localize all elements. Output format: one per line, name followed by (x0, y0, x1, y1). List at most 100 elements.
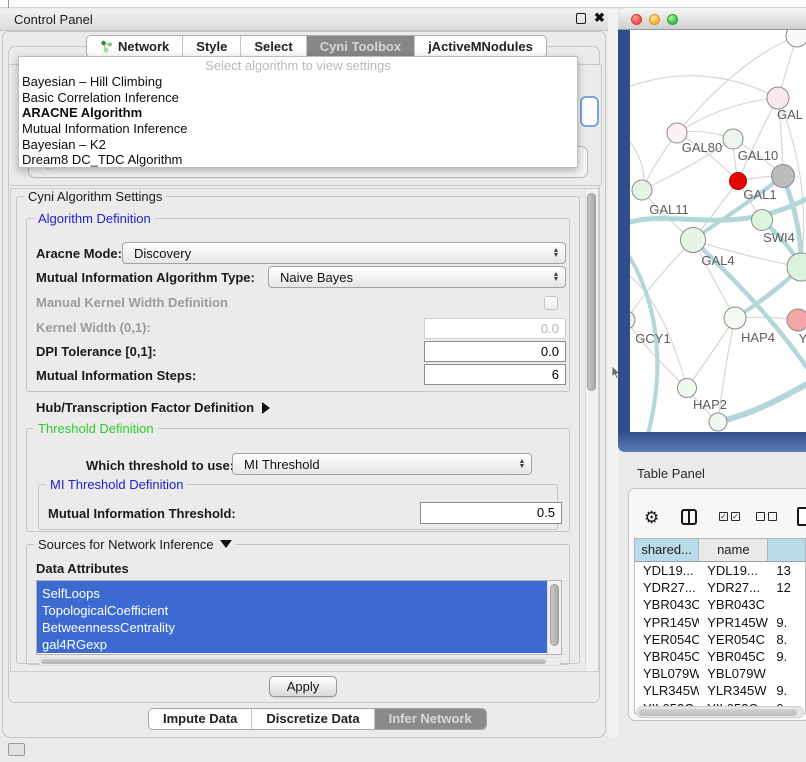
network-node[interactable] (678, 379, 697, 398)
network-node[interactable] (632, 180, 652, 200)
table-row[interactable]: YDL19...YDL19...13 (635, 562, 805, 579)
tab-select[interactable]: Select (241, 36, 306, 57)
data-attribute-item[interactable]: SelfLoops (37, 585, 547, 602)
table-cell: YBR043C (635, 596, 699, 613)
close-window-icon[interactable] (631, 14, 642, 25)
node-table-header: shared... name (634, 538, 806, 562)
algorithm-option[interactable]: Dream8 DC_TDC Algorithm (19, 152, 577, 168)
algorithm-option[interactable]: Bayesian – Hill Climbing (19, 74, 577, 90)
algorithm-option[interactable]: Basic Correlation Inference (19, 90, 577, 106)
column-header-cut[interactable] (768, 539, 805, 561)
float-panel-icon[interactable] (576, 13, 586, 24)
attributes-scrollbar-thumb[interactable] (550, 584, 559, 646)
combo-stepper-icon: ▲▼ (547, 248, 565, 258)
table-row[interactable]: YBR043CYBR043C (635, 596, 805, 613)
zoom-window-icon[interactable] (667, 14, 678, 25)
network-labels-group: GALGAL80GAL10GAL1GAL11SWI4GAL4GCY1HAP4YH… (635, 107, 806, 412)
tab-style[interactable]: Style (183, 36, 241, 57)
manual-kernel-label: Manual Kernel Width Definition (36, 295, 228, 310)
deselect-all-checkboxes-icon[interactable] (756, 512, 777, 521)
cyni-algorithm-settings-title: Cyni Algorithm Settings (24, 189, 166, 204)
mi-threshold-field[interactable]: 0.5 (420, 502, 562, 524)
tab-cyni-toolbox[interactable]: Cyni Toolbox (307, 36, 415, 57)
application-window: Control Panel ✖ Network Style Select Cyn… (0, 0, 806, 762)
aracne-mode-combobox[interactable]: Discovery ▲▼ (122, 242, 566, 264)
minimize-window-icon[interactable] (649, 14, 660, 25)
apply-button[interactable]: Apply (269, 676, 337, 697)
app-top-strip (0, 0, 806, 8)
table-columns-icon[interactable] (681, 509, 697, 525)
minimized-panel-grip[interactable] (8, 743, 25, 756)
mi-steps-field[interactable]: 6 (424, 364, 566, 385)
tab-impute-data[interactable]: Impute Data (149, 709, 252, 729)
hub-definition-expander[interactable]: Hub/Transcription Factor Definition (36, 400, 270, 415)
focused-button-behind[interactable] (580, 96, 599, 127)
column-header-shared-name[interactable]: shared... (635, 539, 699, 561)
select-all-checkboxes-icon[interactable]: ✓ ✓ (719, 512, 740, 521)
manual-kernel-checkbox[interactable] (544, 296, 558, 310)
table-cell: YBL079W (699, 665, 768, 682)
close-panel-icon[interactable]: ✖ (594, 10, 605, 26)
network-node[interactable] (787, 309, 806, 331)
new-table-icon[interactable] (797, 507, 806, 526)
table-row[interactable]: YBR045CYBR045C9. (635, 648, 805, 665)
network-node[interactable] (723, 129, 743, 149)
settings-scrollbar-thumb[interactable] (587, 193, 596, 391)
table-cell: 12 (768, 579, 805, 596)
algorithm-option[interactable]: Bayesian – K2 (19, 137, 577, 153)
attributes-scrollbar-track[interactable] (547, 581, 561, 654)
dpi-tolerance-field[interactable]: 0.0 (424, 341, 566, 362)
network-node[interactable] (630, 311, 635, 329)
mi-algorithm-type-combobox[interactable]: Naive Bayes ▲▼ (268, 266, 566, 288)
algorithm-dropdown-popup: Select algorithm to view settings Bayesi… (18, 56, 578, 168)
network-node[interactable] (724, 307, 746, 329)
algorithm-dropdown-prompt: Select algorithm to view settings (19, 57, 577, 74)
network-node[interactable] (709, 413, 727, 431)
table-row[interactable]: YBL079WYBL079W (635, 665, 805, 682)
expander-down-icon[interactable] (220, 540, 232, 548)
table-row[interactable]: YPR145WYPR145W9. (635, 614, 805, 631)
data-attributes-listbox[interactable]: SelfLoopsTopologicalCoefficientBetweenne… (36, 580, 562, 655)
table-hscrollbar-thumb[interactable] (639, 709, 797, 716)
table-cell: YPR145W (635, 614, 699, 631)
table-cell: YBR045C (699, 648, 768, 665)
table-settings-gear-icon[interactable]: ⚙ (644, 508, 659, 528)
tab-infer-network[interactable]: Infer Network (375, 709, 486, 729)
tab-network[interactable]: Network (87, 36, 183, 57)
data-attribute-item[interactable]: TopologicalCoefficient (37, 602, 547, 619)
network-node[interactable] (681, 228, 706, 253)
network-node[interactable] (752, 210, 773, 231)
table-cell: 9. (768, 614, 805, 631)
tab-jactivemnodules[interactable]: jActiveMNodules (415, 36, 546, 57)
table-panel-title: Table Panel (637, 466, 705, 481)
network-node-label: GAL1 (743, 187, 776, 202)
network-node[interactable] (772, 165, 795, 188)
data-attribute-item[interactable]: BetweennessCentrality (37, 619, 547, 636)
network-node[interactable] (767, 87, 789, 109)
table-row[interactable]: YDR27...YDR27...12 (635, 579, 805, 596)
table-cell (768, 665, 805, 682)
attributes-hscrollbar-track[interactable] (38, 657, 561, 666)
attributes-hscrollbar-thumb[interactable] (41, 659, 546, 664)
table-cell: YDR27... (635, 579, 699, 596)
sources-title-text: Sources for Network Inference (38, 537, 214, 552)
data-attribute-item[interactable]: gal4RGexp (37, 636, 547, 653)
table-row[interactable]: YLR345WYLR345W9. (635, 682, 805, 699)
kernel-width-field[interactable]: 0.0 (424, 318, 566, 339)
algorithm-option[interactable]: Mutual Information Inference (19, 121, 577, 137)
algorithm-option[interactable]: ARACNE Algorithm (19, 105, 577, 121)
network-window-titlebar[interactable] (618, 8, 806, 30)
network-view-canvas[interactable]: GALGAL80GAL10GAL1GAL11SWI4GAL4GCY1HAP4YH… (630, 30, 806, 432)
tab-select-label: Select (254, 39, 292, 54)
network-window-bottom-frame (618, 432, 806, 452)
network-node-label: GAL80 (682, 140, 722, 155)
algorithm-dropdown-list: Bayesian – Hill ClimbingBasic Correlatio… (19, 74, 577, 168)
node-table-body-wrap[interactable]: YDL19...YDL19...13YDR27...YDR27...12YBR0… (634, 562, 806, 714)
table-hscrollbar-track[interactable] (636, 706, 804, 718)
hub-definition-label: Hub/Transcription Factor Definition (36, 400, 254, 415)
network-node[interactable] (786, 30, 806, 47)
tab-discretize-data[interactable]: Discretize Data (252, 709, 374, 729)
table-row[interactable]: YER054CYER054C8. (635, 631, 805, 648)
which-threshold-combobox[interactable]: MI Threshold ▲▼ (232, 453, 532, 475)
column-header-name[interactable]: name (699, 539, 768, 561)
